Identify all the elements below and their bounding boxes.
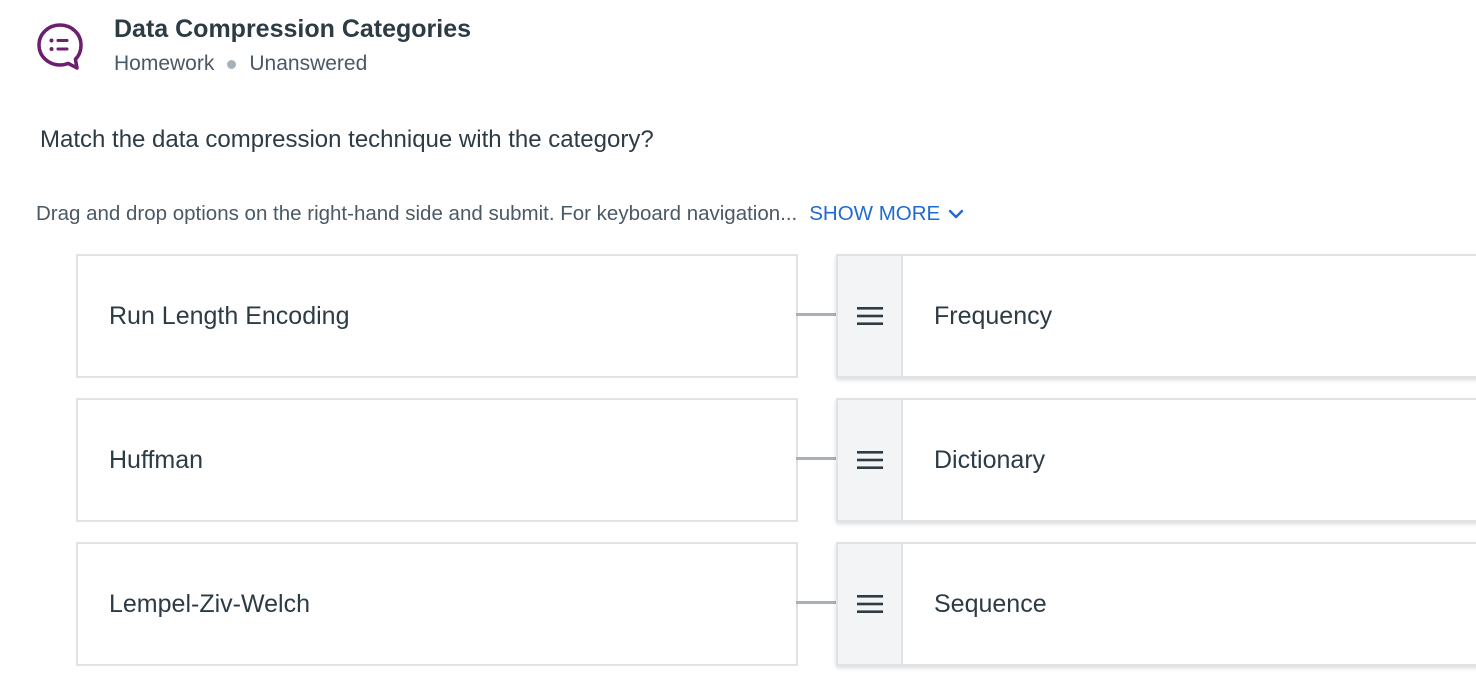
match-prompt-box: Run Length Encoding	[76, 254, 798, 378]
match-row: Huffman Dictionary	[76, 398, 1476, 522]
drag-handle[interactable]	[838, 400, 903, 520]
connector-line	[796, 601, 836, 604]
draggable-answer[interactable]: Sequence	[836, 542, 1476, 666]
chevron-down-icon	[949, 209, 964, 219]
answer-label: Sequence	[934, 589, 1047, 618]
question-text: Match the data compression technique wit…	[40, 126, 654, 153]
match-prompt-label: Huffman	[109, 445, 204, 474]
question-header: Data Compression Categories Homework Una…	[36, 14, 471, 77]
instructions: Drag and drop options on the right-hand …	[36, 200, 964, 228]
answer-label: Frequency	[934, 301, 1053, 330]
answer-label: Dictionary	[934, 445, 1046, 474]
discussion-list-icon	[37, 23, 83, 70]
connector-line	[796, 457, 836, 460]
show-more-label: SHOW MORE	[809, 202, 941, 225]
match-prompt-label: Run Length Encoding	[109, 301, 350, 330]
separator-dot	[227, 59, 237, 69]
match-prompt-box: Lempel-Ziv-Welch	[76, 542, 798, 666]
question-meta: Homework Unanswered	[114, 51, 471, 77]
show-more-link[interactable]: SHOW MORE	[809, 200, 964, 228]
drag-handle-icon	[856, 595, 883, 613]
drag-handle-icon	[856, 307, 883, 325]
instructions-text: Drag and drop options on the right-hand …	[36, 202, 798, 225]
draggable-answer[interactable]: Dictionary	[836, 398, 1476, 522]
connector-line	[796, 313, 836, 316]
match-prompt-label: Lempel-Ziv-Welch	[109, 589, 310, 618]
drag-handle-icon	[856, 451, 883, 469]
status-text: Unanswered	[249, 52, 368, 75]
match-row: Lempel-Ziv-Welch Sequence	[76, 542, 1476, 666]
assignment-type: Homework	[114, 52, 215, 75]
match-row: Run Length Encoding Frequency	[76, 254, 1476, 378]
drag-handle[interactable]	[838, 256, 903, 376]
page-title: Data Compression Categories	[114, 15, 472, 43]
drag-handle[interactable]	[838, 544, 903, 664]
match-prompt-box: Huffman	[76, 398, 798, 522]
draggable-answer[interactable]: Frequency	[836, 254, 1476, 378]
